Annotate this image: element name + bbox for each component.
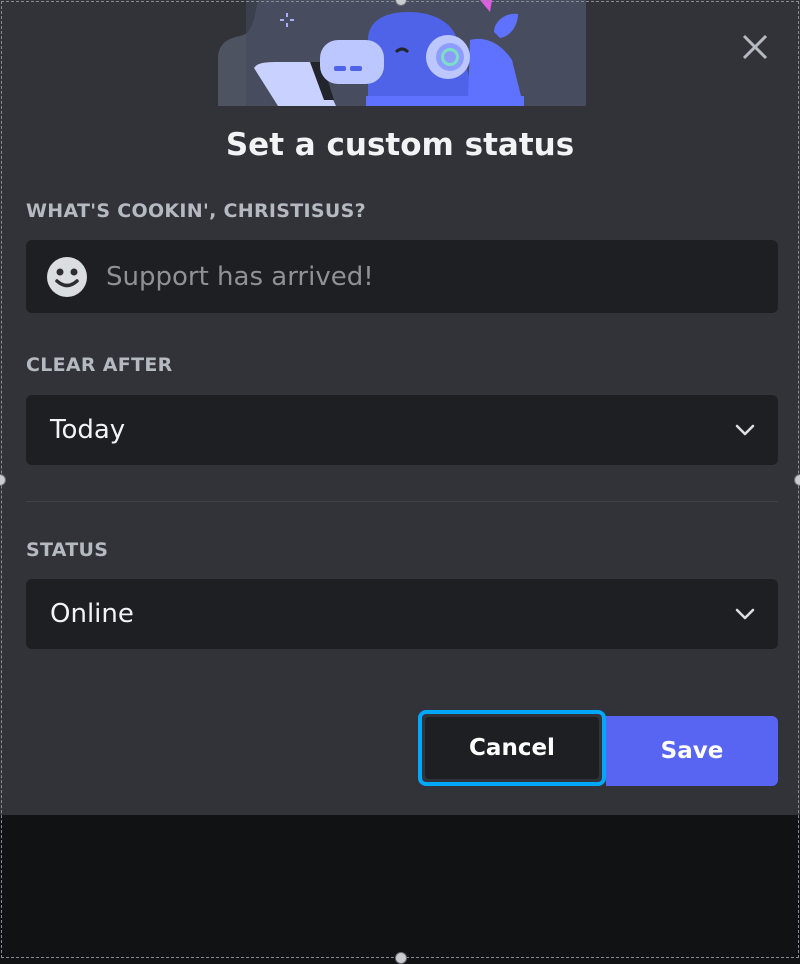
status-select[interactable]: Online (26, 579, 778, 649)
screen: Set a custom status WHAT'S COOKIN', CHRI… (0, 0, 800, 964)
close-button[interactable] (736, 28, 774, 66)
status-label: STATUS (26, 539, 109, 561)
dialog-title: Set a custom status (225, 127, 575, 163)
smiley-face-icon (47, 257, 87, 297)
custom-status-modal: Set a custom status WHAT'S COOKIN', CHRI… (0, 0, 800, 815)
save-button-label: Save (660, 738, 724, 764)
clear-after-label: CLEAR AFTER (26, 354, 173, 376)
emoji-picker-button[interactable] (46, 256, 88, 298)
resize-handle-bottom[interactable] (395, 952, 407, 964)
status-value: Online (50, 599, 134, 629)
cancel-button[interactable]: Cancel (418, 710, 606, 786)
chevron-down-icon (735, 424, 755, 436)
section-divider (26, 501, 778, 502)
chevron-down-icon (735, 608, 755, 620)
save-button[interactable]: Save (606, 716, 778, 786)
cancel-button-label: Cancel (469, 735, 555, 761)
header-illustration (218, 0, 586, 106)
resize-handle-right[interactable] (794, 474, 800, 486)
clear-after-select[interactable]: Today (26, 395, 778, 465)
close-icon (742, 34, 768, 60)
status-text-input[interactable] (104, 254, 758, 300)
status-text-field (26, 240, 778, 313)
status-text-label: WHAT'S COOKIN', CHRISTISUS? (26, 200, 366, 222)
clear-after-value: Today (50, 415, 126, 445)
